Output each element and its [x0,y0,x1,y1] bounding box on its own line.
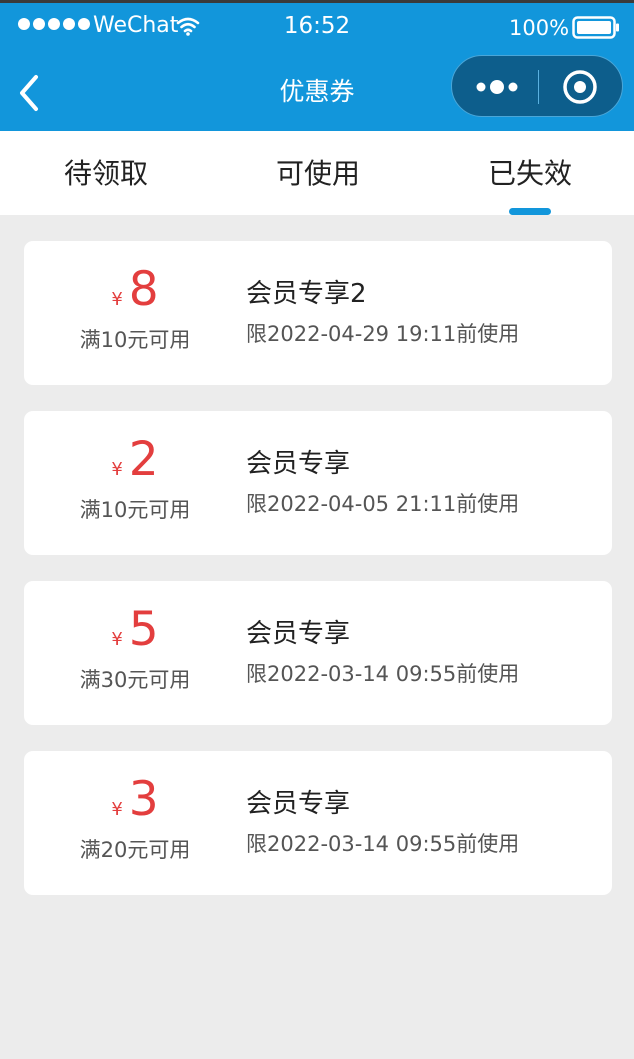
coupon-amount: ¥3 [24,771,246,829]
coupon-card[interactable]: ¥8 满10元可用 会员专享2 限2022-04-29 19:11前使用 [24,241,612,385]
more-options-icon[interactable] [472,73,522,101]
tab-expired[interactable]: 已失效 [460,155,600,193]
coupon-value: 3 [128,772,159,827]
nav-header: WeChat 16:52 100% 优惠券 [0,0,634,131]
tab-usable[interactable]: 可使用 [248,155,388,193]
coupon-amount: ¥5 [24,601,246,659]
coupon-card[interactable]: ¥5 满30元可用 会员专享 限2022-03-14 09:55前使用 [24,581,612,725]
coupon-value: 8 [128,262,159,317]
capsule-divider [538,70,539,104]
currency-symbol: ¥ [111,629,123,650]
battery-icon [572,16,619,39]
menu-capsule [451,55,623,117]
status-bar: WeChat 16:52 100% [0,3,634,47]
currency-symbol: ¥ [111,799,123,820]
coupon-card[interactable]: ¥3 满20元可用 会员专享 限2022-03-14 09:55前使用 [24,751,612,895]
coupon-expiry: 限2022-03-14 09:55前使用 [246,832,520,856]
coupon-title: 会员专享 [246,789,351,819]
coupon-title: 会员专享 [246,449,351,479]
currency-symbol: ¥ [111,459,123,480]
coupon-condition: 满20元可用 [79,838,191,862]
coupon-amount: ¥2 [24,431,246,489]
battery-percent: 100% [509,16,570,40]
coupon-expiry: 限2022-03-14 09:55前使用 [246,662,520,686]
coupon-title: 会员专享2 [246,279,367,309]
tab-bar: 待领取 可使用 已失效 [0,131,634,215]
coupon-amount: ¥8 [24,261,246,319]
close-miniprogram-icon[interactable] [562,69,598,105]
active-tab-indicator [509,208,551,215]
coupon-title: 会员专享 [246,619,351,649]
tab-to-claim[interactable]: 待领取 [36,155,176,193]
coupon-condition: 满30元可用 [79,668,191,692]
coupon-card[interactable]: ¥2 满10元可用 会员专享 限2022-04-05 21:11前使用 [24,411,612,555]
coupon-condition: 满10元可用 [79,498,191,522]
coupon-value: 2 [128,432,159,487]
coupon-value: 5 [128,602,159,657]
coupon-condition: 满10元可用 [79,328,191,352]
coupon-expiry: 限2022-04-29 19:11前使用 [246,322,520,346]
currency-symbol: ¥ [111,289,123,310]
coupon-expiry: 限2022-04-05 21:11前使用 [246,492,520,516]
